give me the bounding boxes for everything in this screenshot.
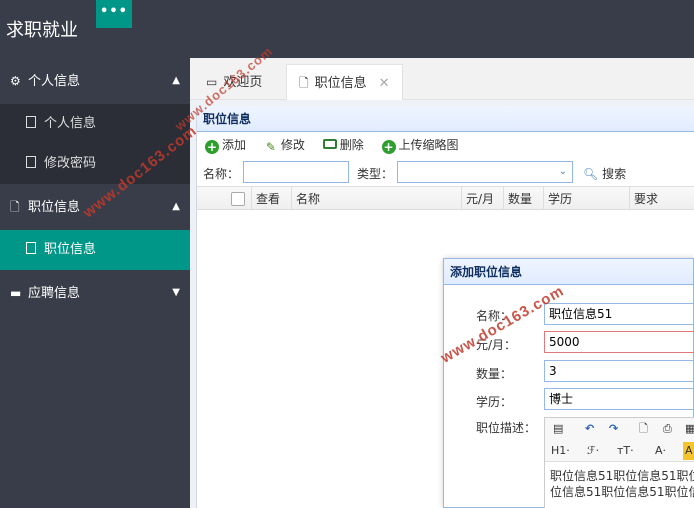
search-row: 名称： 类型： ⌄ 🔍︎ 搜索 bbox=[197, 158, 694, 186]
tab-job-info[interactable]: 🗋 职位信息 ✕ bbox=[286, 64, 403, 100]
editor-toolbar: ▤ ↶ ↷ 🗋 ⎙ ▦ H1· ℱ· тT· A· A bbox=[545, 418, 694, 462]
search-button[interactable]: 🔍︎ 搜索 bbox=[583, 165, 626, 182]
type-label: 类型： bbox=[357, 167, 394, 181]
name-label: 名称： bbox=[203, 167, 240, 181]
editor-content[interactable]: 职位信息51职位信息51职位信息51 位信息51职位信息51职位信息51 bbox=[545, 462, 694, 506]
column-header[interactable]: 元/月 bbox=[461, 187, 503, 210]
delete-label: 删除 bbox=[339, 138, 364, 152]
type-select[interactable] bbox=[397, 161, 573, 183]
add-button[interactable]: + 添加 bbox=[205, 132, 246, 158]
quantity-field[interactable]: 3 bbox=[544, 360, 694, 382]
nav-group-label: 应聘信息 bbox=[28, 286, 81, 301]
redo-icon[interactable]: ↷ bbox=[609, 420, 618, 438]
delete-button[interactable]: 删除 bbox=[322, 132, 364, 158]
edit-button[interactable]: ✎ 修改 bbox=[264, 132, 305, 158]
sidebar-item-personal-info[interactable]: 个人信息 bbox=[0, 104, 190, 144]
sidebar-item-label: 个人信息 bbox=[44, 116, 97, 131]
expand-arrow-icon: ▼ bbox=[172, 287, 180, 298]
print-icon[interactable]: ⎙ bbox=[663, 420, 672, 438]
font-family-dropdown[interactable]: ℱ· bbox=[587, 442, 599, 460]
tab-label: 职位信息 bbox=[314, 76, 367, 91]
chevron-down-icon[interactable]: ⌄ bbox=[554, 162, 572, 182]
gear-icon: ⚙ bbox=[10, 74, 21, 88]
document-icon: 🗋 bbox=[10, 200, 20, 214]
sidebar-item-label: 修改密码 bbox=[44, 156, 97, 171]
salary-field[interactable]: 5000 bbox=[544, 331, 694, 353]
toolbar: + 添加 ✎ 修改 删除 + 上传缩略图 bbox=[197, 132, 694, 158]
tab-bar: ▭ 欢迎页 🗋 职位信息 ✕ bbox=[190, 58, 694, 100]
column-header[interactable]: 查看 bbox=[251, 187, 291, 210]
collapse-arrow-icon: ▲ bbox=[172, 75, 180, 86]
highlight-color-button[interactable]: A bbox=[683, 442, 694, 460]
nav-group-label: 个人信息 bbox=[28, 74, 81, 89]
folder-icon: ▬ bbox=[10, 286, 22, 300]
column-header[interactable]: 要求 bbox=[629, 187, 694, 210]
search-icon: 🔍︎ bbox=[583, 167, 599, 181]
name-field[interactable]: 职位信息51 bbox=[544, 303, 694, 325]
font-color-button[interactable]: A· bbox=[655, 442, 666, 460]
nav-group-applications[interactable]: ▬ 应聘信息 ▼ bbox=[0, 270, 190, 316]
add-job-dialog: 添加职位信息 名称： 职位信息51 元/月： 5000 数量： 3 学历： 博士… bbox=[443, 258, 694, 508]
sidebar-item-label: 职位信息 bbox=[44, 242, 97, 257]
nav-group-label: 职位信息 bbox=[28, 200, 81, 215]
document-icon: 🗋 bbox=[299, 76, 309, 90]
upload-thumbnail-button[interactable]: + 上传缩略图 bbox=[381, 132, 459, 158]
column-header[interactable]: 学历 bbox=[543, 187, 629, 210]
column-header[interactable]: 名称 bbox=[291, 187, 461, 210]
undo-icon[interactable]: ↶ bbox=[585, 420, 594, 438]
source-icon[interactable]: ▤ bbox=[553, 420, 563, 438]
heading-dropdown[interactable]: H1· bbox=[551, 442, 570, 460]
column-header[interactable]: 数量 bbox=[503, 187, 543, 210]
form-label: 学历： bbox=[476, 395, 513, 409]
top-bar: 求职就业 ••• bbox=[0, 0, 694, 58]
close-icon[interactable]: ✕ bbox=[379, 76, 390, 91]
collapse-arrow-icon: ▲ bbox=[172, 201, 180, 212]
upload-label: 上传缩略图 bbox=[398, 138, 459, 152]
name-search-input[interactable] bbox=[243, 161, 349, 183]
nav-sub-jobs: 职位信息 bbox=[0, 230, 190, 270]
pencil-icon: ✎ bbox=[265, 140, 276, 154]
document-icon bbox=[26, 242, 36, 254]
rich-text-editor: ▤ ↶ ↷ 🗋 ⎙ ▦ H1· ℱ· тT· A· A 职位信息51职位信息51… bbox=[544, 417, 694, 508]
grid-header: 查看 名称 元/月 数量 学历 要求 bbox=[197, 186, 694, 210]
form-label: 数量： bbox=[476, 367, 513, 381]
font-size-dropdown[interactable]: тT· bbox=[617, 442, 634, 460]
plus-icon: + bbox=[205, 140, 219, 154]
preview-icon[interactable]: 🗋 bbox=[639, 420, 648, 438]
minus-icon bbox=[322, 139, 337, 149]
editor-text-line: 位信息51职位信息51职位信息51 bbox=[550, 485, 694, 499]
plus-icon: + bbox=[381, 140, 396, 154]
add-label: 添加 bbox=[222, 138, 247, 152]
document-icon bbox=[26, 156, 36, 168]
editor-text-line: 职位信息51职位信息51职位信息51 bbox=[550, 469, 694, 483]
sidebar-item-job-info[interactable]: 职位信息 bbox=[0, 230, 190, 270]
select-all-checkbox[interactable] bbox=[231, 192, 245, 206]
panel-title: 职位信息 bbox=[197, 106, 694, 132]
education-field[interactable]: 博士 bbox=[544, 388, 694, 410]
form-label: 职位描述： bbox=[476, 421, 537, 435]
document-icon bbox=[26, 116, 36, 128]
template-icon[interactable]: ▦ bbox=[685, 420, 694, 438]
menu-toggle-button[interactable]: ••• bbox=[96, 0, 132, 28]
app-title: 求职就业 bbox=[6, 20, 78, 41]
search-label: 搜索 bbox=[602, 167, 627, 181]
nav-group-personal[interactable]: ⚙ 个人信息 ▲ bbox=[0, 58, 190, 104]
dialog-title: 添加职位信息 bbox=[444, 259, 693, 285]
edit-label: 修改 bbox=[280, 138, 305, 152]
sidebar: ⚙ 个人信息 ▲ 个人信息 修改密码 🗋 职位信息 ▲ 职位信息 ▬ 应聘信息 ▼ bbox=[0, 58, 190, 508]
